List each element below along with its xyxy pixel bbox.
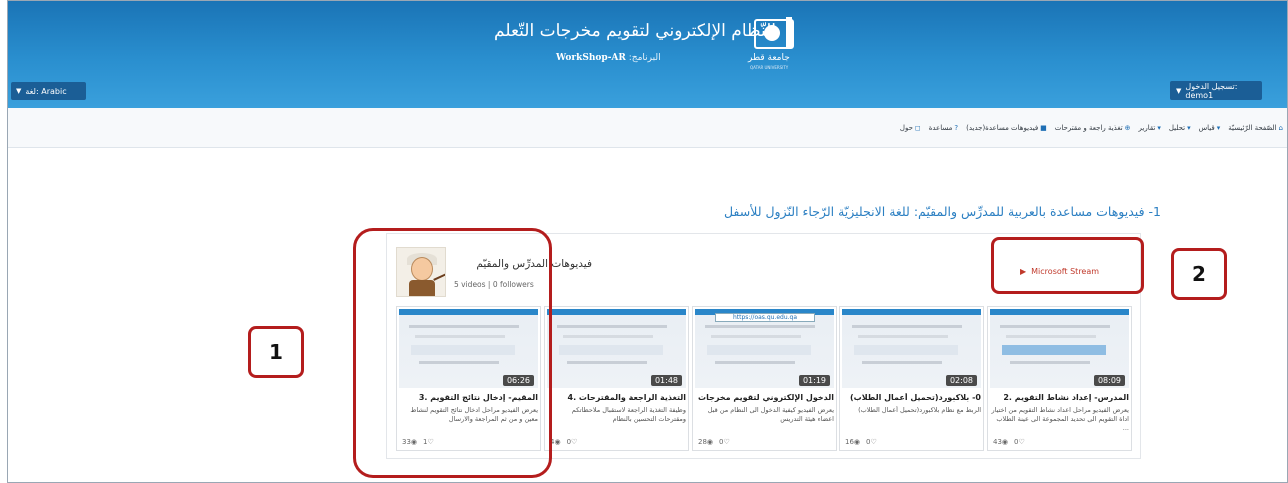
language-label: لغة: Arabic	[25, 86, 67, 96]
video-description: يعرض الفيديو كيفية الدخول الى النظام من …	[707, 406, 834, 423]
main-navigation: الصّفحة الرّئيسيّة ⌂ قياس ▾ تحليل ▾ تقارير ▾ تغذ…	[8, 108, 1287, 148]
user-menu-button[interactable]: ▼ تسجيل الدخول: demo1	[1170, 81, 1262, 100]
eye-icon: ◉	[853, 438, 861, 446]
views-count: 28◉	[698, 438, 714, 446]
thumbnail-url-bar: https://oas.qu.edu.qa	[715, 313, 815, 322]
chevron-down-icon: ▼	[1176, 86, 1182, 95]
video-icon: ■	[1040, 124, 1047, 132]
eye-icon: ◉	[554, 438, 561, 446]
video-stats: 43◉ 0♡	[993, 438, 1025, 446]
home-icon: ⌂	[1278, 124, 1283, 132]
program-value: WorkShop-AR	[556, 53, 626, 63]
feedback-icon: ⊕	[1124, 124, 1131, 132]
logo-subtitle: QATAR UNIVERSITY	[750, 65, 789, 70]
nav-item[interactable]: حول ◻	[900, 124, 921, 132]
likes-count: 0♡	[566, 438, 578, 446]
video-thumbnail[interactable]: 01:48	[547, 309, 686, 388]
video-thumbnail[interactable]: 08:09	[990, 309, 1129, 388]
likes-count: 0♡	[866, 438, 877, 446]
heart-icon: ♡	[1018, 438, 1025, 446]
video-card[interactable]: 02:08 0- بلاكبورد(تحميل أعمال الطلاب) الرب…	[839, 306, 984, 451]
video-card[interactable]: 01:48 التغذية الراجعة والمقترحات .4 وظيفة …	[544, 306, 689, 451]
info-icon: ◻	[914, 124, 921, 132]
heart-icon: ♡	[870, 438, 877, 446]
nav-item-label: الصّفحة الرّئيسيّة	[1228, 124, 1277, 132]
video-title[interactable]: التغذية الراجعة والمقترحات .4	[548, 393, 686, 402]
system-title: النّظام الإلكتروني لتقويم مخرجات التّعلم	[494, 21, 776, 41]
nav-item-label: تحليل	[1168, 124, 1186, 132]
nav-item-label: مساعدة	[928, 124, 953, 132]
video-description: وظيفة التغذية الراجعة لاستقبال ملاحظاتكم…	[571, 406, 686, 423]
likes-count: 0♡	[719, 438, 730, 446]
callout-ring-1	[353, 228, 552, 478]
nav-item-label: حول	[899, 124, 913, 132]
nav-items: الصّفحة الرّئيسيّة ⌂ قياس ▾ تحليل ▾ تقارير ▾ تغذ…	[900, 124, 1283, 132]
program-indicator: البرنامج: WorkShop-AR	[556, 53, 661, 63]
video-title[interactable]: المدرس- إعداد نشاط التقويم .2	[991, 393, 1129, 402]
nav-item[interactable]: الصّفحة الرّئيسيّة ⌂	[1228, 124, 1283, 132]
callout-number-1: 1	[248, 326, 304, 378]
nav-item[interactable]: فيديوهات مساعدة(جديد) ■	[966, 124, 1047, 132]
likes-count: 0♡	[1014, 438, 1025, 446]
video-duration: 02:08	[945, 375, 977, 386]
eye-icon: ◉	[706, 438, 714, 446]
language-button[interactable]: ▼ لغة: Arabic	[11, 82, 86, 100]
logo-name: جامعة قطر	[748, 53, 790, 63]
video-duration: 01:19	[798, 375, 830, 386]
views-count: 16◉	[845, 438, 861, 446]
video-title[interactable]: 0- بلاكبورد(تحميل أعمال الطلاب)	[843, 393, 981, 402]
caret-icon: ▾	[1157, 124, 1161, 132]
user-label: تسجيل الدخول: demo1	[1185, 81, 1238, 100]
caret-icon: ▾	[1187, 124, 1191, 132]
video-duration: 08:09	[1093, 375, 1125, 386]
section-heading: 1- فيديوهات مساعدة بالعربية للمدرِّس وال…	[723, 204, 1161, 219]
nav-item-label: تقارير	[1138, 124, 1156, 132]
video-duration: 01:48	[650, 375, 682, 386]
nav-item-label: فيديوهات مساعدة(جديد)	[966, 124, 1039, 132]
video-stats: 28◉ 0♡	[698, 438, 730, 446]
program-label: البرنامج:	[628, 53, 661, 63]
video-title[interactable]: الدخول الإلكتروني لتقويم مخرجات التعلم .…	[696, 393, 834, 402]
chevron-down-icon: ▼	[16, 87, 22, 95]
video-description: يعرض الفيديو مراحل اعداد نشاط التقويم من…	[991, 406, 1129, 432]
nav-item[interactable]: مساعدة?	[929, 124, 958, 132]
heart-icon: ♡	[571, 438, 578, 446]
eye-icon: ◉	[1001, 438, 1009, 446]
nav-item[interactable]: تقارير ▾	[1139, 124, 1161, 132]
nav-item[interactable]: قياس ▾	[1199, 124, 1221, 132]
nav-item-label: تغذية راجعة و مقترحات	[1054, 124, 1123, 132]
nav-item[interactable]: تغذية راجعة و مقترحات ⊕	[1055, 124, 1131, 132]
video-card[interactable]: 08:09 المدرس- إعداد نشاط التقويم .2 يعرض ا…	[987, 306, 1132, 451]
caret-icon: ▾	[1216, 124, 1221, 132]
video-thumbnail[interactable]: 02:08	[842, 309, 981, 388]
nav-item-label: قياس	[1198, 124, 1215, 132]
callout-number-2: 2	[1171, 248, 1227, 300]
nav-item[interactable]: تحليل ▾	[1169, 124, 1191, 132]
views-count: 43◉	[993, 438, 1009, 446]
video-card[interactable]: https://oas.qu.edu.qa 01:19 الدخول الإلكتر…	[692, 306, 837, 451]
callout-rect-2	[991, 237, 1144, 294]
site-header: جامعة قطر QATAR UNIVERSITY النّظام الإلك…	[8, 1, 1287, 108]
help-icon: ?	[954, 124, 959, 132]
video-stats: 16◉ 0♡	[845, 438, 877, 446]
video-description: الربط مع نظام بلاكبورد(تحميل أعمال الطلا…	[858, 406, 981, 414]
heart-icon: ♡	[723, 438, 730, 446]
video-thumbnail[interactable]: https://oas.qu.edu.qa 01:19	[695, 309, 834, 388]
video-stats: 4◉ 0♡	[550, 438, 577, 446]
